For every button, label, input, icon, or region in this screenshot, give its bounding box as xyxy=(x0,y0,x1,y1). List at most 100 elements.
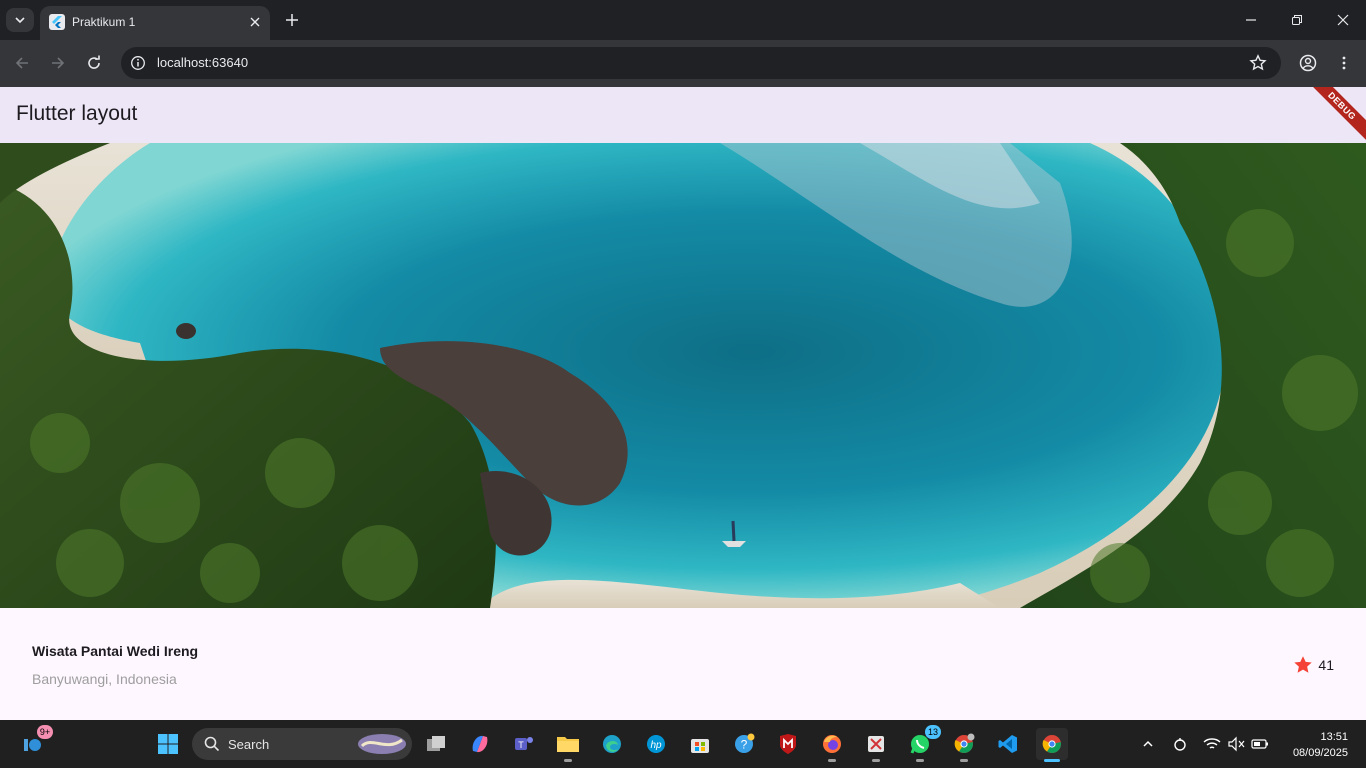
whatsapp-button[interactable]: 13 xyxy=(904,725,941,762)
reload-icon xyxy=(88,55,100,69)
hp-button[interactable]: hp xyxy=(640,728,672,760)
forward-button[interactable] xyxy=(45,50,71,76)
chevron-up-icon xyxy=(1143,740,1153,747)
file-explorer-button[interactable] xyxy=(552,728,584,762)
site-info-icon[interactable] xyxy=(130,55,146,71)
running-indicator xyxy=(564,759,572,762)
new-tab-button[interactable] xyxy=(281,9,303,31)
browser-menu-button[interactable] xyxy=(1331,50,1357,76)
firefox-icon xyxy=(823,735,841,753)
battery-icon xyxy=(1251,739,1268,749)
star-icon[interactable] xyxy=(1292,654,1314,676)
search-highlight-icon xyxy=(358,734,406,754)
teams-button[interactable]: T xyxy=(508,728,540,760)
battery-button[interactable] xyxy=(1250,734,1270,754)
help-button[interactable]: ? xyxy=(728,728,760,760)
volume-button[interactable] xyxy=(1226,734,1246,754)
whatsapp-badge: 13 xyxy=(925,725,941,739)
windows-icon xyxy=(158,734,178,754)
chevron-down-icon xyxy=(15,17,25,24)
windows-taskbar: 9+ Search T hp ? 13 13:51 08/09/2025 xyxy=(0,720,1366,768)
wifi-icon xyxy=(1203,738,1221,749)
store-icon xyxy=(691,739,709,753)
help-icon: ? xyxy=(735,733,755,753)
firefox-button[interactable] xyxy=(816,728,848,762)
arrow-right-icon xyxy=(52,57,65,69)
folder-icon xyxy=(557,737,579,752)
vscode-icon xyxy=(998,735,1017,753)
copilot-icon xyxy=(472,735,488,753)
vscode-button[interactable] xyxy=(992,728,1024,760)
address-url[interactable]: localhost:63640 xyxy=(157,55,248,70)
close-icon xyxy=(1337,14,1349,26)
show-hidden-icons-button[interactable] xyxy=(1138,734,1158,754)
bookmark-star-icon[interactable] xyxy=(1249,54,1267,72)
minimize-button[interactable] xyxy=(1228,6,1274,34)
profile-button[interactable] xyxy=(1295,50,1321,76)
browser-toolbar: localhost:63640 xyxy=(0,40,1366,87)
beach-bay-photo xyxy=(0,143,1366,608)
chrome-icon xyxy=(1042,735,1062,754)
browser-tab-strip: Praktikum 1 xyxy=(0,0,1366,40)
volume-muted-icon xyxy=(1228,736,1245,752)
running-indicator xyxy=(916,759,924,762)
wifi-button[interactable] xyxy=(1202,734,1222,754)
flutter-icon xyxy=(49,14,65,30)
app-bar: Flutter layout xyxy=(0,87,1366,143)
svg-text:hp: hp xyxy=(650,740,662,751)
window-close-button[interactable] xyxy=(1320,6,1366,34)
place-name: Wisata Pantai Wedi Ireng xyxy=(32,643,199,659)
sync-tray-button[interactable] xyxy=(1170,734,1190,754)
more-vertical-icon xyxy=(1342,56,1346,70)
sync-icon xyxy=(1174,738,1186,751)
search-label: Search xyxy=(228,737,270,752)
chrome-icon xyxy=(954,733,975,754)
widgets-badge: 9+ xyxy=(37,725,53,739)
taskbar-clock[interactable]: 13:51 08/09/2025 xyxy=(1293,729,1348,761)
store-button[interactable] xyxy=(684,728,716,760)
snipping-tool-icon xyxy=(868,736,884,752)
snipping-tool-button[interactable] xyxy=(860,728,892,762)
copilot-button[interactable] xyxy=(464,728,496,760)
clock-time: 13:51 xyxy=(1320,731,1348,743)
hp-icon: hp xyxy=(647,735,665,753)
reload-button[interactable] xyxy=(81,50,107,76)
widgets-button[interactable]: 9+ xyxy=(16,725,53,760)
task-view-icon xyxy=(427,736,445,751)
teams-icon: T xyxy=(515,737,533,750)
back-button[interactable] xyxy=(9,50,35,76)
chrome-button[interactable] xyxy=(1036,728,1068,762)
place-location: Banyuwangi, Indonesia xyxy=(32,671,177,687)
mcafee-icon xyxy=(780,734,796,754)
chrome-profile-button[interactable] xyxy=(948,728,980,762)
minimize-icon xyxy=(1246,19,1256,21)
rating: 41 xyxy=(1292,654,1334,676)
edge-button[interactable] xyxy=(596,728,628,760)
address-bar[interactable]: localhost:63640 xyxy=(121,47,1281,79)
restore-button[interactable] xyxy=(1274,6,1320,34)
taskbar-search[interactable]: Search xyxy=(192,728,412,760)
browser-tab[interactable]: Praktikum 1 xyxy=(40,6,270,40)
tab-close-button[interactable] xyxy=(246,13,264,31)
flutter-app: Flutter layout DEBUG Wisata Pantai Wedi … xyxy=(0,87,1366,720)
start-button[interactable] xyxy=(152,728,184,760)
svg-text:?: ? xyxy=(741,738,748,752)
running-indicator xyxy=(872,759,880,762)
running-indicator xyxy=(828,759,836,762)
active-indicator xyxy=(1044,759,1060,762)
svg-text:T: T xyxy=(518,740,524,750)
running-indicator xyxy=(960,759,968,762)
rating-count: 41 xyxy=(1318,657,1334,673)
profile-icon xyxy=(1299,54,1317,72)
task-view-button[interactable] xyxy=(420,728,452,760)
page-title: Flutter layout xyxy=(16,102,138,125)
edge-icon xyxy=(603,735,621,753)
arrow-left-icon xyxy=(15,57,28,69)
close-icon xyxy=(250,17,260,27)
title-section: Wisata Pantai Wedi Ireng Banyuwangi, Ind… xyxy=(0,608,1366,720)
tab-search-button[interactable] xyxy=(6,8,34,32)
mcafee-button[interactable] xyxy=(772,728,804,760)
plus-icon xyxy=(286,14,298,26)
search-icon xyxy=(204,736,220,752)
restore-icon xyxy=(1292,15,1302,25)
